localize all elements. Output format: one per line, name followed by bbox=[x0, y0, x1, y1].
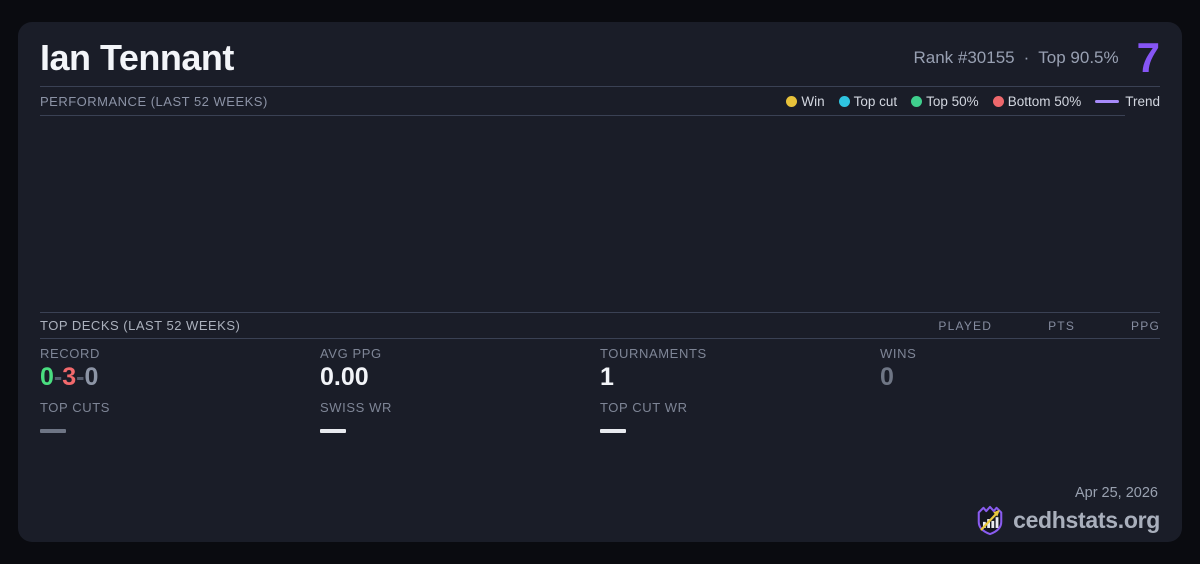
legend-label: Top cut bbox=[853, 93, 898, 109]
legend-item-trend: Trend bbox=[1095, 94, 1160, 109]
top-decks-columns: PLAYED PTS PPG bbox=[938, 319, 1160, 333]
record-losses: 3 bbox=[62, 363, 77, 391]
player-stats-card: Ian Tennant Rank #30155 · Top 90.5% 7 PE… bbox=[18, 22, 1182, 542]
card-header: Ian Tennant Rank #30155 · Top 90.5% 7 bbox=[18, 22, 1182, 86]
legend-item-top-50: Top 50% bbox=[911, 94, 979, 109]
record-separator: - bbox=[53, 363, 63, 391]
avg-ppg-label: AVG PPG bbox=[320, 346, 382, 361]
top-50-dot-icon bbox=[911, 95, 923, 107]
legend-label: Top 50% bbox=[926, 93, 979, 109]
stat-cell-tournaments: TOURNAMENTS 1 TOP CUT WR bbox=[600, 346, 880, 433]
performance-chart-empty bbox=[18, 116, 1182, 312]
performance-header-row: PERFORMANCE (LAST 52 WEEKS) Win Top cut … bbox=[18, 87, 1182, 115]
chart-legend: Win Top cut Top 50% Bottom 50% Trend bbox=[786, 94, 1160, 109]
wins-label: WINS bbox=[880, 346, 917, 361]
tournaments-label: TOURNAMENTS bbox=[600, 346, 707, 361]
rank-label: Rank #30155 bbox=[913, 47, 1015, 67]
stat-cell-avg-ppg: AVG PPG 0.00 SWISS WR bbox=[320, 346, 600, 433]
legend-label: Win bbox=[801, 93, 825, 109]
player-name: Ian Tennant bbox=[40, 36, 234, 78]
tournaments-value: 1 bbox=[600, 363, 614, 391]
stats-grid: RECORD 0-3-0 TOP CUTS AVG PPG 0.00 SWISS… bbox=[18, 339, 1182, 542]
brand-link[interactable]: cedhstats.org bbox=[975, 504, 1160, 536]
cedhstats-logo-icon bbox=[977, 505, 1003, 536]
page: { "header": { "player_name": "Ian Tennan… bbox=[0, 0, 1200, 564]
legend-label: Trend bbox=[1125, 93, 1160, 109]
bottom-50-dot-icon bbox=[992, 95, 1004, 107]
top-cut-wr-empty-value bbox=[600, 428, 626, 433]
branding-block: Apr 25, 2026 cedhstats.org bbox=[975, 485, 1160, 536]
rank-separator-dot: · bbox=[1023, 47, 1030, 67]
record-wins: 0 bbox=[40, 363, 54, 391]
rank-line: Rank #30155 · Top 90.5% bbox=[913, 48, 1118, 68]
brand-name: cedhstats.org bbox=[1013, 506, 1160, 533]
legend-item-top-cut: Top cut bbox=[838, 93, 898, 109]
top-decks-header-row: TOP DECKS (LAST 52 WEEKS) PLAYED PTS PPG bbox=[18, 313, 1182, 338]
column-played: PLAYED bbox=[938, 318, 993, 333]
stat-cell-record: RECORD 0-3-0 TOP CUTS bbox=[40, 346, 320, 433]
player-score: 7 bbox=[1136, 33, 1160, 81]
legend-item-bottom-50: Bottom 50% bbox=[992, 93, 1082, 109]
top-cut-dot-icon bbox=[838, 95, 850, 107]
trend-line-icon bbox=[1095, 99, 1120, 103]
stat-cell-wins: WINS 0 bbox=[880, 346, 1160, 433]
avg-ppg-value: 0.00 bbox=[320, 363, 369, 391]
record-value: 0-3-0 bbox=[40, 363, 320, 392]
card-date: Apr 25, 2026 bbox=[1074, 485, 1158, 501]
swiss-wr-label: SWISS WR bbox=[320, 399, 392, 415]
top-cut-wr-label: TOP CUT WR bbox=[600, 399, 688, 415]
column-pts: PTS bbox=[1048, 318, 1076, 333]
legend-label: Bottom 50% bbox=[1007, 93, 1082, 109]
win-dot-icon bbox=[786, 95, 798, 107]
record-label: RECORD bbox=[40, 346, 100, 361]
top-decks-section-title: TOP DECKS (LAST 52 WEEKS) bbox=[40, 318, 241, 333]
performance-section-title: PERFORMANCE (LAST 52 WEEKS) bbox=[40, 93, 268, 109]
column-ppg: PPG bbox=[1131, 318, 1160, 333]
percentile-label: Top 90.5% bbox=[1038, 47, 1119, 67]
swiss-wr-empty-value bbox=[320, 428, 346, 433]
header-right: Rank #30155 · Top 90.5% 7 bbox=[913, 33, 1160, 81]
wins-value: 0 bbox=[880, 363, 894, 391]
legend-item-win: Win bbox=[786, 93, 825, 109]
top-cuts-label: TOP CUTS bbox=[40, 399, 111, 415]
record-draws: 0 bbox=[84, 363, 99, 391]
top-cuts-empty-value bbox=[40, 428, 66, 433]
